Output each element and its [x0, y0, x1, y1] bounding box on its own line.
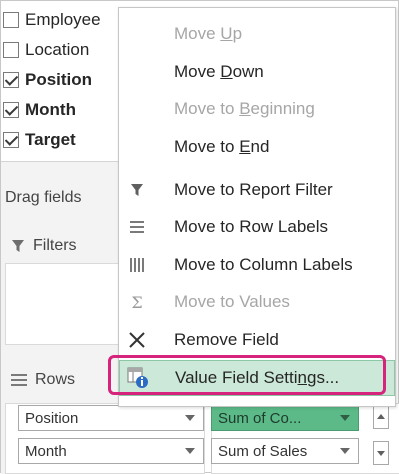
menu-item-move-up[interactable]: Move Up	[119, 16, 395, 52]
filters-area-label: Filters	[11, 237, 77, 255]
rows-item-label: Month	[25, 442, 67, 460]
filter-icon	[12, 240, 24, 252]
drag-fields-text: Drag fields	[5, 189, 82, 206]
checkbox-checked[interactable]	[3, 72, 19, 88]
menu-item-move-to-beginning[interactable]: Move to Beginning	[119, 91, 395, 127]
arrow-up-icon	[377, 414, 385, 419]
checkbox[interactable]	[3, 42, 19, 58]
rows-icon	[11, 374, 27, 386]
scroll-up-button[interactable]	[373, 405, 389, 429]
menu-item-move-to-values[interactable]: Σ Move to Values	[119, 284, 395, 320]
filter-icon	[125, 178, 149, 202]
checkbox[interactable]	[3, 12, 19, 28]
filters-drop-area[interactable]	[5, 263, 120, 345]
rows-item-month[interactable]: Month	[18, 438, 204, 464]
menu-item-move-to-row-labels[interactable]: Move to Row Labels	[119, 209, 395, 245]
field-location[interactable]: Location	[1, 33, 121, 67]
pivot-field-list-pane: Employee Location Position Month Target …	[0, 0, 399, 474]
field-label: Target	[25, 130, 76, 149]
field-target[interactable]: Target	[1, 123, 121, 157]
filters-label: Filters	[33, 237, 77, 254]
field-label: Location	[25, 40, 90, 59]
values-item-sum-of-sales[interactable]: Sum of Sales	[211, 438, 359, 464]
field-employee[interactable]: Employee	[1, 3, 121, 37]
dropdown-arrow-icon[interactable]	[185, 415, 195, 421]
menu-item-move-to-end[interactable]: Move to End	[119, 129, 395, 165]
menu-item-value-field-settings[interactable]: Value Field Settings...	[119, 360, 395, 396]
rows-area-label: Rows	[11, 371, 75, 389]
columns-icon	[125, 253, 149, 277]
arrow-down-icon	[377, 451, 385, 456]
rows-label: Rows	[35, 371, 76, 388]
dropdown-arrow-icon[interactable]	[340, 415, 350, 421]
sigma-icon: Σ	[131, 292, 143, 312]
field-context-menu: Move Up Move Down Move to Beginning Move…	[118, 7, 396, 407]
values-item-label: Sum of Co...	[218, 409, 302, 427]
rows-item-position[interactable]: Position	[18, 405, 204, 431]
values-item-sum-of-co[interactable]: Sum of Co...	[211, 405, 359, 431]
field-month[interactable]: Month	[1, 93, 121, 127]
field-position[interactable]: Position	[1, 63, 121, 97]
rows-item-label: Position	[25, 409, 79, 427]
menu-item-move-to-column-labels[interactable]: Move to Column Labels	[119, 247, 395, 283]
field-settings-icon	[126, 366, 150, 390]
dropdown-arrow-icon[interactable]	[185, 448, 195, 454]
rows-icon	[125, 215, 149, 239]
field-label: Employee	[25, 10, 101, 29]
remove-x-icon	[125, 328, 149, 352]
menu-item-move-to-report-filter[interactable]: Move to Report Filter	[119, 172, 395, 208]
values-item-label: Sum of Sales	[218, 442, 308, 460]
checkbox-checked[interactable]	[3, 132, 19, 148]
field-label: Position	[25, 70, 93, 89]
scroll-down-button[interactable]	[373, 441, 389, 465]
dropdown-arrow-icon[interactable]	[340, 448, 350, 454]
menu-item-remove-field[interactable]: Remove Field	[119, 322, 395, 358]
field-label: Month	[25, 100, 76, 119]
menu-item-move-down[interactable]: Move Down	[119, 54, 395, 90]
checkbox-checked[interactable]	[3, 102, 19, 118]
